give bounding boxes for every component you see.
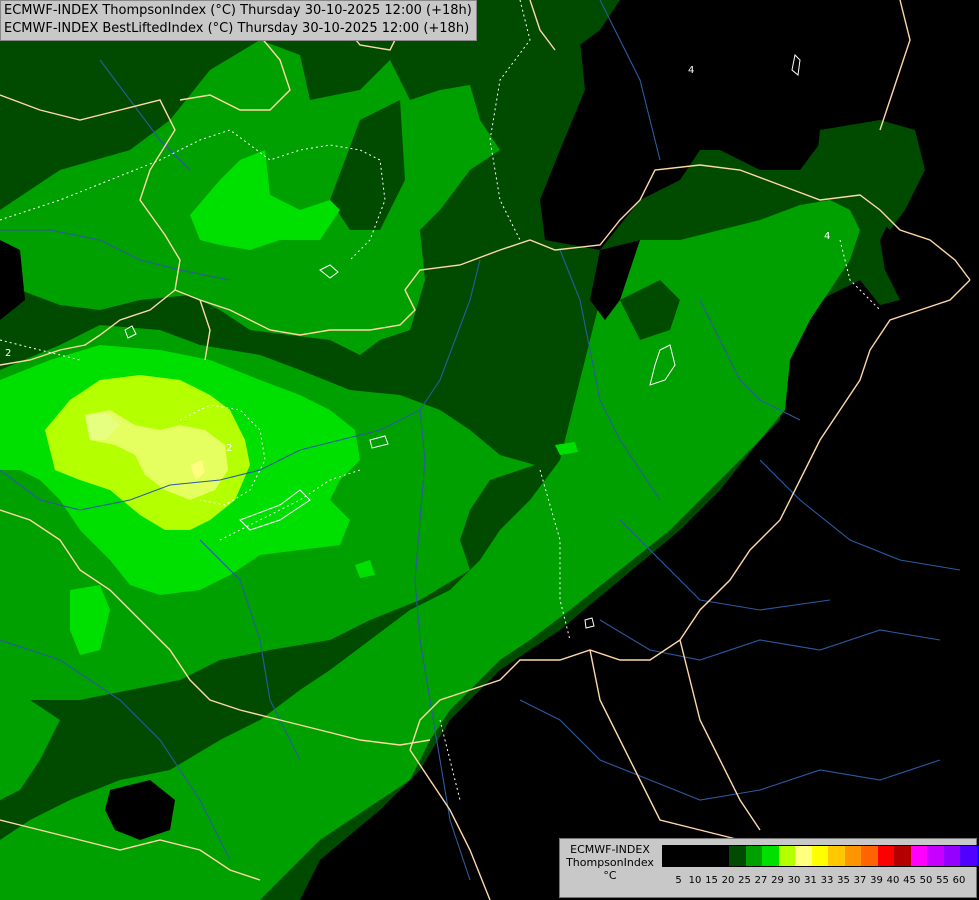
legend-model: ECMWF-INDEX bbox=[570, 843, 650, 856]
legend-swatch bbox=[861, 846, 878, 866]
legend-unit: °C bbox=[603, 869, 617, 882]
legend-swatch bbox=[745, 846, 762, 866]
legend-swatch bbox=[663, 846, 680, 866]
contour-label: 2 bbox=[226, 443, 232, 454]
legend-swatches bbox=[662, 845, 979, 867]
legend-swatch bbox=[696, 846, 713, 866]
legend-swatch bbox=[811, 846, 828, 866]
legend-swatch bbox=[828, 846, 845, 866]
legend-swatch bbox=[762, 846, 779, 866]
legend-swatch bbox=[795, 846, 812, 866]
legend-swatch bbox=[927, 846, 944, 866]
title-thompson-index: ECMWF-INDEX ThompsonIndex (°C) Thursday … bbox=[4, 3, 472, 18]
map-title: ECMWF-INDEX ThompsonIndex (°C) Thursday … bbox=[0, 0, 477, 41]
color-legend: ECMWF-INDEX ThompsonIndex °C 5 10 15 20 25 27… bbox=[559, 838, 979, 898]
contour-label: 2 bbox=[5, 348, 11, 359]
legend-tick-label: 60 bbox=[952, 875, 966, 886]
legend-swatch bbox=[960, 846, 977, 866]
legend-swatch bbox=[778, 846, 795, 866]
title-best-lifted-index: ECMWF-INDEX BestLiftedIndex (°C) Thursda… bbox=[4, 21, 470, 36]
contour-label: 4 bbox=[688, 65, 694, 76]
legend-swatch bbox=[894, 846, 911, 866]
legend-parameter: ThompsonIndex bbox=[566, 856, 654, 869]
legend-swatch bbox=[943, 846, 960, 866]
legend-swatch bbox=[910, 846, 927, 866]
legend-ticks: 5 10 15 20 25 27 29 30 31 33 35 37 39 40 45 50 55 60 bbox=[662, 874, 972, 888]
legend-swatch bbox=[729, 846, 746, 866]
legend-swatch bbox=[844, 846, 861, 866]
legend-swatch bbox=[712, 846, 729, 866]
contour-label: 4 bbox=[824, 231, 830, 242]
weather-map: 4 4 2 2 bbox=[0, 0, 979, 900]
legend-title: ECMWF-INDEX ThompsonIndex °C bbox=[560, 843, 660, 882]
legend-swatch bbox=[679, 846, 696, 866]
legend-swatch bbox=[877, 846, 894, 866]
